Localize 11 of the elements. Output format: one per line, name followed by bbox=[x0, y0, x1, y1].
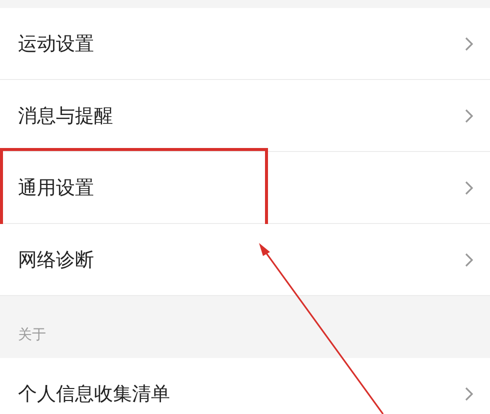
menu-item-label[interactable]: 网络诊断 bbox=[18, 246, 94, 272]
chevron-right-icon bbox=[464, 180, 474, 196]
chevron-right-icon bbox=[464, 108, 474, 124]
menu-item-label[interactable]: 消息与提醒 bbox=[18, 102, 113, 128]
menu-item-label[interactable]: 运动设置 bbox=[18, 30, 94, 56]
menu-item-label[interactable]: 个人信息收集清单 bbox=[18, 380, 170, 406]
chevron-right-icon bbox=[464, 386, 474, 402]
chevron-right-icon bbox=[464, 36, 474, 52]
chevron-right-icon bbox=[464, 252, 474, 268]
section-header: 关于 bbox=[18, 326, 46, 344]
menu-item-label[interactable]: 通用设置 bbox=[18, 174, 94, 200]
